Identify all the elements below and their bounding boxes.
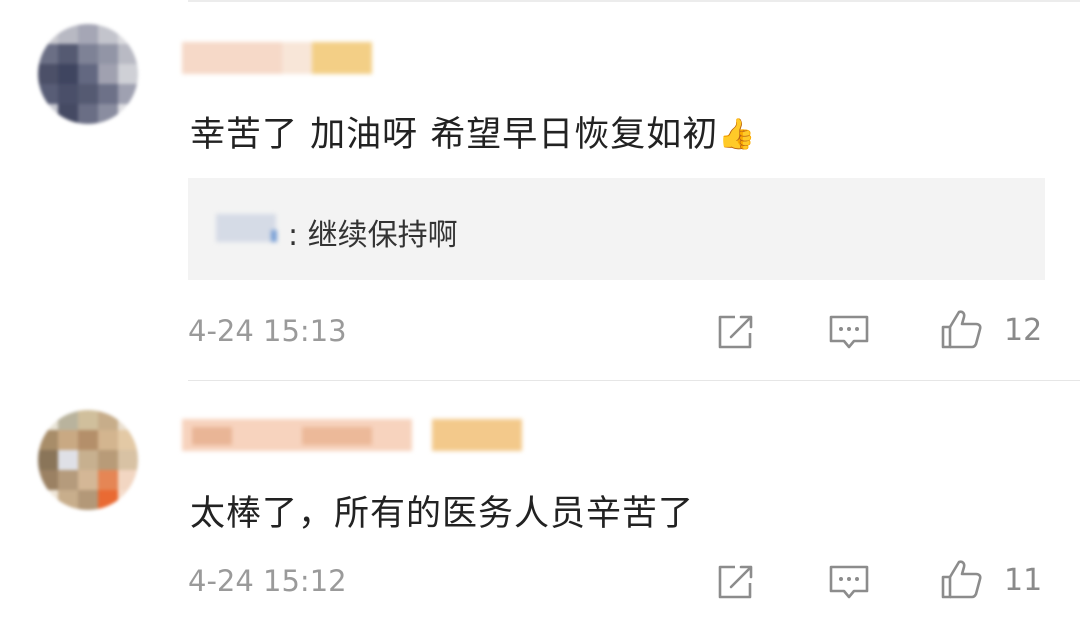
reply-username[interactable] xyxy=(216,214,286,242)
comment-time: 4-24 15:12 xyxy=(188,564,347,598)
comment-icon xyxy=(829,315,869,349)
thumbs-up-emoji: 👍 xyxy=(718,117,757,152)
share-button[interactable] xyxy=(713,309,759,355)
avatar[interactable] xyxy=(38,410,138,510)
reply-text: : 继续保持啊 xyxy=(288,210,458,254)
like-button[interactable] xyxy=(938,307,984,353)
share-icon xyxy=(718,565,753,599)
comment-button[interactable] xyxy=(826,559,872,605)
like-icon xyxy=(941,560,982,599)
reply-separator: : xyxy=(288,218,299,253)
comment-item: 幸苦了 加油呀 希望早日恢复如初👍 : 继续保持啊 4-24 15:13 12 xyxy=(0,0,1080,380)
like-count: 12 xyxy=(1004,313,1043,348)
username[interactable] xyxy=(182,419,532,451)
username[interactable] xyxy=(182,42,382,74)
like-icon xyxy=(941,310,982,349)
like-count: 11 xyxy=(1004,563,1043,598)
avatar[interactable] xyxy=(38,24,138,124)
like-button[interactable] xyxy=(938,557,984,603)
share-button[interactable] xyxy=(713,559,759,605)
comment-time: 4-24 15:13 xyxy=(188,314,347,348)
comment-text: 太棒了，所有的医务人员辛苦了 xyxy=(190,494,695,534)
comment-icon xyxy=(829,565,869,599)
share-icon xyxy=(718,315,753,349)
reply-content: 继续保持啊 xyxy=(307,218,458,253)
comment-item: 太棒了，所有的医务人员辛苦了 4-24 15:12 11 xyxy=(0,381,1080,621)
reply-preview[interactable]: : 继续保持啊 xyxy=(188,178,1045,280)
comment-text: 幸苦了 加油呀 希望早日恢复如初👍 xyxy=(190,106,757,157)
comment-button[interactable] xyxy=(826,309,872,355)
comment-text-content: 幸苦了 加油呀 希望早日恢复如初 xyxy=(190,115,719,155)
